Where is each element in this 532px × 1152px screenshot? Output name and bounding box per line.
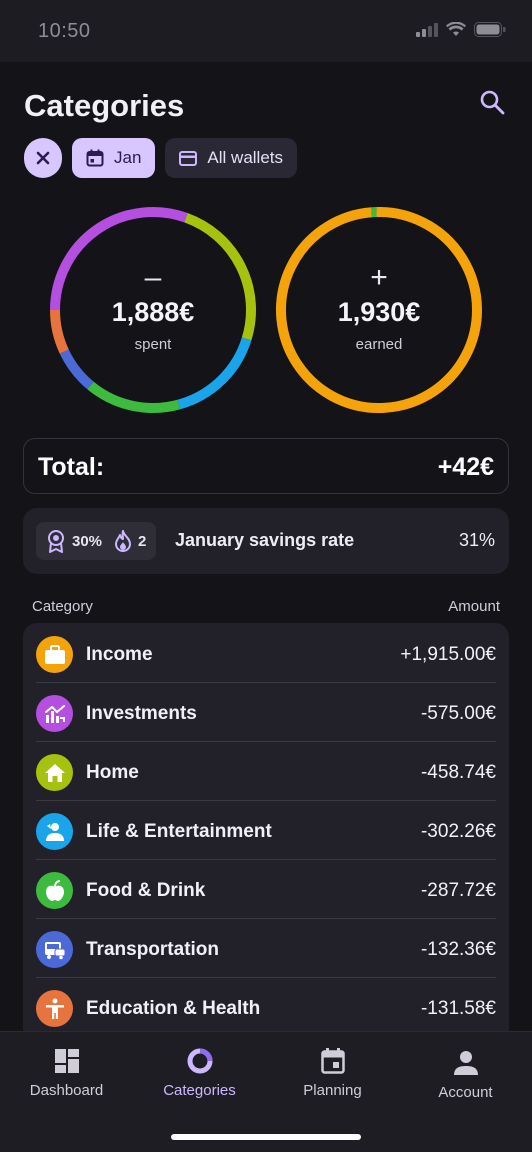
category-row-investments[interactable]: Investments -575.00€ [36,683,496,742]
nav-label: Dashboard [29,1082,104,1099]
category-icon-bg [36,754,73,791]
nav-label: Account [438,1084,493,1101]
wallet-filter-label: All wallets [207,148,284,167]
account-icon [453,1051,478,1075]
chart-icon [44,704,65,723]
category-name: Investments [86,703,197,724]
category-amount: -302.26€ [420,821,496,842]
earned-sign: + [370,261,388,294]
category-row-income[interactable]: Income +1,915.00€ [36,624,496,683]
earned-amount: 1,930€ [337,297,421,327]
header: Categories Jan All wallets [0,62,532,182]
total-label: Total: [38,453,105,481]
category-amount: -132.36€ [420,939,496,960]
savings-rate: 31% [458,530,495,550]
category-name: Education & Health [86,998,261,1019]
spent-sign: – [144,261,162,294]
savings-badge[interactable]: 30% 2 [36,522,157,560]
nav-account[interactable]: Account [399,1048,532,1101]
status-bar: 10:50 [0,0,532,62]
category-name: Transportation [86,939,220,960]
category-icon-bg [36,636,73,673]
total-card: Total: +42€ [23,438,509,494]
earned-donut[interactable]: + 1,930€ earned [274,205,484,415]
category-name: Food & Drink [86,880,206,901]
month-filter-label: Jan [114,148,142,167]
award-icon [48,530,64,553]
spent-label: spent [134,336,172,353]
apple-icon [45,879,64,901]
category-amount: -287.72€ [420,880,496,901]
accessibility-icon [45,998,64,1019]
briefcase-icon [44,644,65,664]
category-name: Income [86,644,153,665]
amount-column-header: Amount [448,598,500,615]
category-list[interactable]: Income +1,915.00€ Investments -575.00€ H… [23,623,509,1033]
savings-rate-card[interactable]: 30% 2 January savings rate 31% [23,508,509,574]
category-row-home[interactable]: Home -458.74€ [36,742,496,801]
category-icon-bg [36,813,73,850]
category-table-header: Category Amount [32,598,500,618]
nav-planning[interactable]: Planning [266,1046,399,1099]
category-amount: -575.00€ [420,703,496,724]
filter-chips: Jan All wallets [24,138,298,178]
savings-badge-percent: 30% [72,532,103,550]
category-amount: -458.74€ [420,762,496,783]
nav-label: Planning [303,1082,362,1099]
category-row-transportation[interactable]: Transportation -132.36€ [36,919,496,978]
category-name: Home [86,762,139,783]
nav-categories[interactable]: Categories [133,1046,266,1099]
bus-icon [44,941,65,959]
month-filter-chip[interactable]: Jan [72,138,156,178]
category-amount: -131.58€ [420,998,496,1019]
search-button[interactable] [476,86,508,118]
category-row-education-health[interactable]: Education & Health -131.58€ [36,978,496,1033]
flame-icon [115,530,132,552]
ring-segment-food-drink [87,381,181,413]
battery-icon [474,22,506,37]
home-indicator [171,1134,361,1140]
calendar-icon [86,149,104,167]
savings-title: January savings rate [175,530,355,550]
spent-donut[interactable]: – 1,888€ spent [48,205,258,415]
total-value: +42€ [437,453,494,481]
signal-icon [416,22,438,37]
category-icon-bg [36,931,73,968]
status-time: 10:50 [38,20,91,42]
category-column-header: Category [32,598,93,615]
page-title: Categories [24,88,185,123]
wifi-icon [446,22,466,36]
close-icon [36,151,50,165]
category-amount: +1,915.00€ [400,644,496,665]
person-icon [45,822,64,841]
wallet-filter-chip[interactable]: All wallets [165,138,298,178]
system-icons [416,22,506,37]
calendar-icon [320,1048,345,1074]
search-icon [480,90,505,115]
nav-label: Categories [163,1082,236,1099]
category-icon-bg [36,990,73,1027]
categories-icon [187,1048,212,1074]
nav-dashboard[interactable]: Dashboard [0,1046,133,1099]
dashboard-icon [54,1049,79,1073]
credit-card-icon [179,150,198,166]
category-icon-bg [36,872,73,909]
category-row-food-drink[interactable]: Food & Drink -287.72€ [36,860,496,919]
category-row-life-entertainment[interactable]: Life & Entertainment -302.26€ [36,801,496,860]
clear-filter-button[interactable] [24,138,62,178]
category-icon-bg [36,695,73,732]
spent-amount: 1,888€ [111,297,195,327]
category-name: Life & Entertainment [86,821,272,842]
summary-donuts: – 1,888€ spent + 1,930€ earned [0,205,532,420]
earned-label: earned [355,336,403,353]
home-icon [44,763,65,782]
savings-streak: 2 [138,532,147,550]
ring-segment-transportation [59,349,94,390]
